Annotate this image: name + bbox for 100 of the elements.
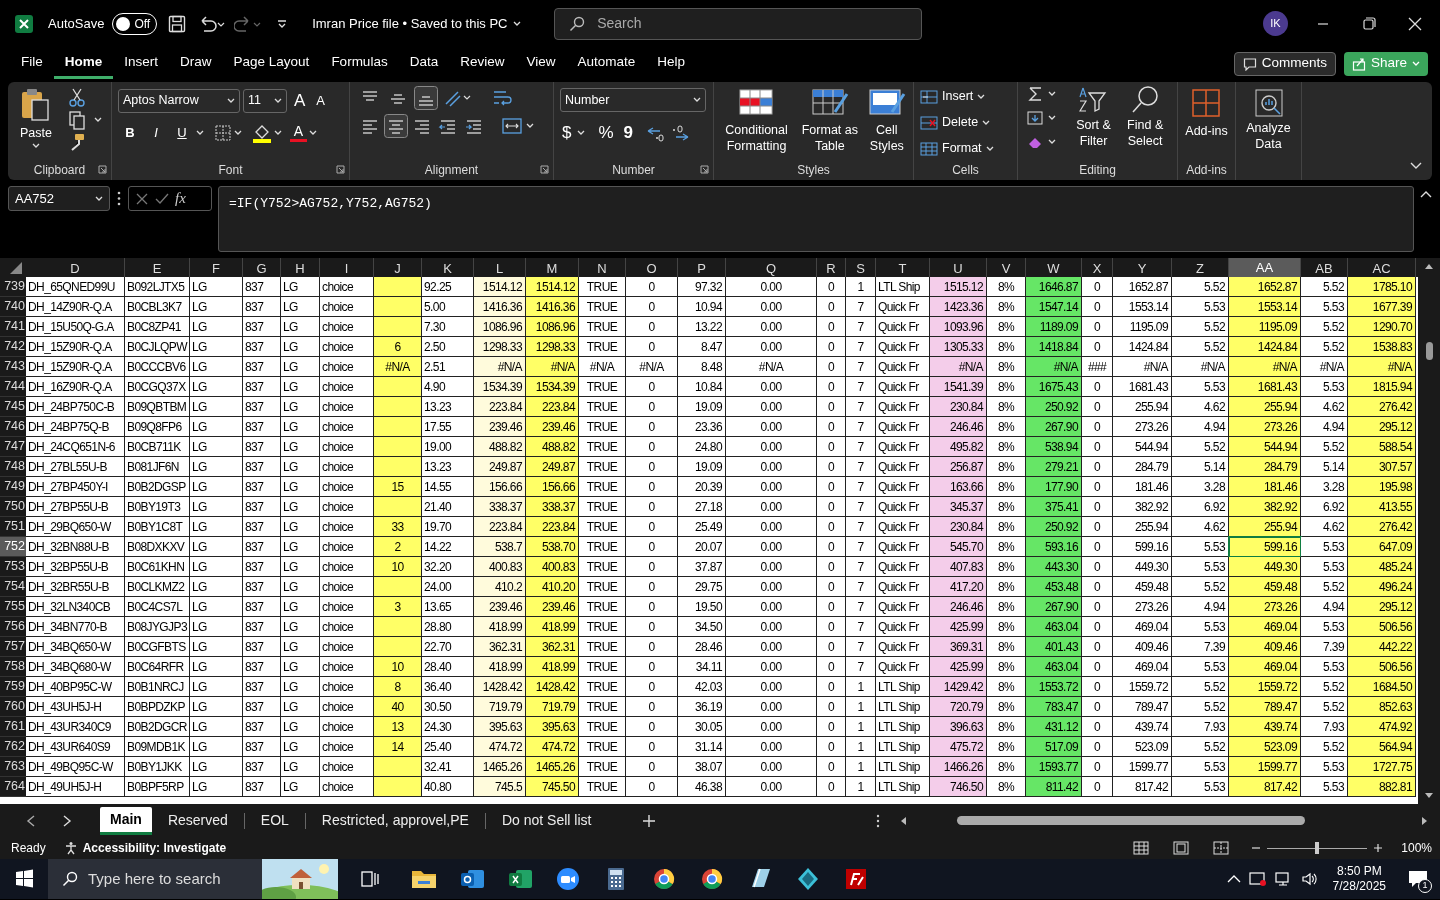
- row-header[interactable]: 750: [0, 497, 26, 517]
- menu-tab[interactable]: Automate: [566, 48, 647, 79]
- cancel-icon[interactable]: [135, 191, 149, 206]
- collapse-formula-bar-icon[interactable]: [1420, 190, 1432, 198]
- italic-button[interactable]: I: [144, 121, 168, 144]
- dialog-launcher-icon[interactable]: [336, 165, 345, 174]
- row-header[interactable]: 760: [0, 697, 26, 717]
- scroll-thumb[interactable]: [1425, 342, 1433, 360]
- menu-tab[interactable]: Page Layout: [222, 48, 321, 79]
- more-options-icon[interactable]: [875, 812, 882, 829]
- collapse-ribbon-icon[interactable]: [1410, 162, 1422, 170]
- page-break-view-icon[interactable]: [1213, 841, 1230, 855]
- menu-tab[interactable]: Home: [53, 48, 114, 79]
- autosum-icon[interactable]: [1026, 85, 1044, 103]
- volume-icon[interactable]: [1300, 871, 1319, 887]
- zoom-level[interactable]: 100%: [1401, 839, 1432, 857]
- enter-icon[interactable]: [155, 191, 169, 206]
- decrease-font-size-button[interactable]: A: [312, 91, 329, 111]
- insert-function-button[interactable]: fx: [175, 187, 186, 210]
- menu-tab[interactable]: Insert: [113, 48, 170, 79]
- row-header[interactable]: 756: [0, 617, 26, 637]
- decrease-decimal-icon[interactable]: [670, 122, 691, 143]
- paste-button[interactable]: Paste: [14, 88, 58, 149]
- row-header[interactable]: 749: [0, 477, 26, 497]
- sort-filter-button[interactable]: Sort & Filter: [1069, 85, 1118, 149]
- search-field[interactable]: Search: [554, 7, 923, 40]
- font-color-button[interactable]: A: [290, 123, 307, 142]
- row-header[interactable]: 742: [0, 337, 26, 357]
- menu-tab[interactable]: File: [10, 48, 54, 79]
- font-size-dropdown[interactable]: 11: [243, 88, 287, 113]
- menu-tab[interactable]: View: [515, 48, 567, 79]
- normal-view-icon[interactable]: [1133, 841, 1150, 855]
- row-header[interactable]: 748: [0, 457, 26, 477]
- row-header[interactable]: 741: [0, 317, 26, 337]
- dialog-launcher-icon[interactable]: [98, 165, 107, 174]
- sheet-tab[interactable]: Main: [100, 806, 152, 835]
- row-header[interactable]: 757: [0, 637, 26, 657]
- row-header[interactable]: 745: [0, 397, 26, 417]
- comma-style-button[interactable]: 9: [620, 120, 637, 146]
- menu-tab[interactable]: Data: [398, 48, 450, 79]
- add-ins-button[interactable]: Add-ins: [1185, 88, 1228, 141]
- style-gallery-button[interactable]: Cell Styles: [864, 88, 909, 154]
- add-sheet-icon[interactable]: [641, 812, 658, 829]
- row-header[interactable]: 744: [0, 377, 26, 397]
- row-header[interactable]: 759: [0, 677, 26, 697]
- analyze-data-button[interactable]: Analyze Data: [1240, 88, 1297, 152]
- align-center-icon[interactable]: [384, 114, 408, 138]
- cells-insert-button[interactable]: Insert: [920, 85, 1008, 108]
- dialog-launcher-icon[interactable]: [700, 165, 709, 174]
- currency-button[interactable]: $: [560, 120, 574, 146]
- menu-tab[interactable]: Draw: [169, 48, 223, 79]
- comments-button[interactable]: Comments: [1233, 51, 1336, 76]
- row-header[interactable]: 739: [0, 277, 26, 297]
- scissors-icon[interactable]: [68, 88, 86, 108]
- row-header[interactable]: 740: [0, 297, 26, 317]
- clock[interactable]: 8:50 PM 7/28/2025: [1326, 864, 1392, 894]
- row-header[interactable]: 752: [0, 537, 26, 557]
- align-bottom-icon[interactable]: [414, 86, 438, 110]
- name-box[interactable]: AA752: [8, 186, 110, 211]
- increase-font-size-button[interactable]: A: [290, 88, 310, 114]
- dialog-launcher-icon[interactable]: [540, 165, 549, 174]
- menu-tab[interactable]: Help: [646, 48, 697, 79]
- sheet-tab[interactable]: Restricted, approvel,PE: [311, 806, 479, 835]
- row-header[interactable]: 746: [0, 417, 26, 437]
- sheet-tab[interactable]: Do not Sell list: [491, 806, 602, 835]
- menu-tab[interactable]: Formulas: [320, 48, 399, 79]
- autosave-toggle[interactable]: Off: [112, 12, 158, 35]
- font-name-dropdown[interactable]: Aptos Narrow: [118, 88, 240, 113]
- row-header[interactable]: 764: [0, 777, 26, 797]
- number-format-dropdown[interactable]: Number: [560, 88, 706, 112]
- accessibility-button[interactable]: Accessibility: Investigate: [63, 839, 227, 857]
- borders-icon[interactable]: [214, 123, 232, 142]
- cells-delete-button[interactable]: Delete: [920, 111, 1008, 134]
- taskbar-search-field[interactable]: Type here to search: [48, 859, 338, 899]
- cells-format-button[interactable]: Format: [920, 137, 1008, 160]
- underline-button[interactable]: U: [170, 121, 194, 144]
- zoom-slider[interactable]: [1267, 842, 1368, 854]
- save-icon[interactable]: [168, 14, 187, 33]
- row-header[interactable]: 747: [0, 437, 26, 457]
- zoom-in-icon[interactable]: [1373, 843, 1384, 853]
- security-icon[interactable]: [1248, 871, 1267, 887]
- style-gallery-button[interactable]: Format as Table: [799, 88, 861, 154]
- sheet-tab[interactable]: Reserved: [157, 806, 238, 835]
- vertical-scrollbar[interactable]: [1418, 258, 1440, 804]
- style-gallery-button[interactable]: Conditional Formatting: [718, 88, 796, 154]
- undo-icon[interactable]: [198, 14, 227, 33]
- row-header[interactable]: 743: [0, 357, 26, 377]
- copy-icon[interactable]: [68, 110, 86, 130]
- redo-icon[interactable]: [234, 14, 263, 33]
- row-header[interactable]: 758: [0, 657, 26, 677]
- document-title[interactable]: Imran Price file • Saved to this PC: [312, 13, 527, 34]
- formula-input[interactable]: =IF(Y752>AG752,Y752,AG752): [218, 186, 1414, 252]
- row-header[interactable]: 761: [0, 717, 26, 737]
- fill-icon[interactable]: [1026, 109, 1044, 127]
- active-cell[interactable]: 599.16: [1229, 537, 1301, 557]
- row-header[interactable]: 751: [0, 517, 26, 537]
- user-avatar[interactable]: IK: [1263, 11, 1288, 36]
- menu-tab[interactable]: Review: [449, 48, 516, 79]
- percent-button[interactable]: %: [595, 120, 617, 146]
- row-header[interactable]: 763: [0, 757, 26, 777]
